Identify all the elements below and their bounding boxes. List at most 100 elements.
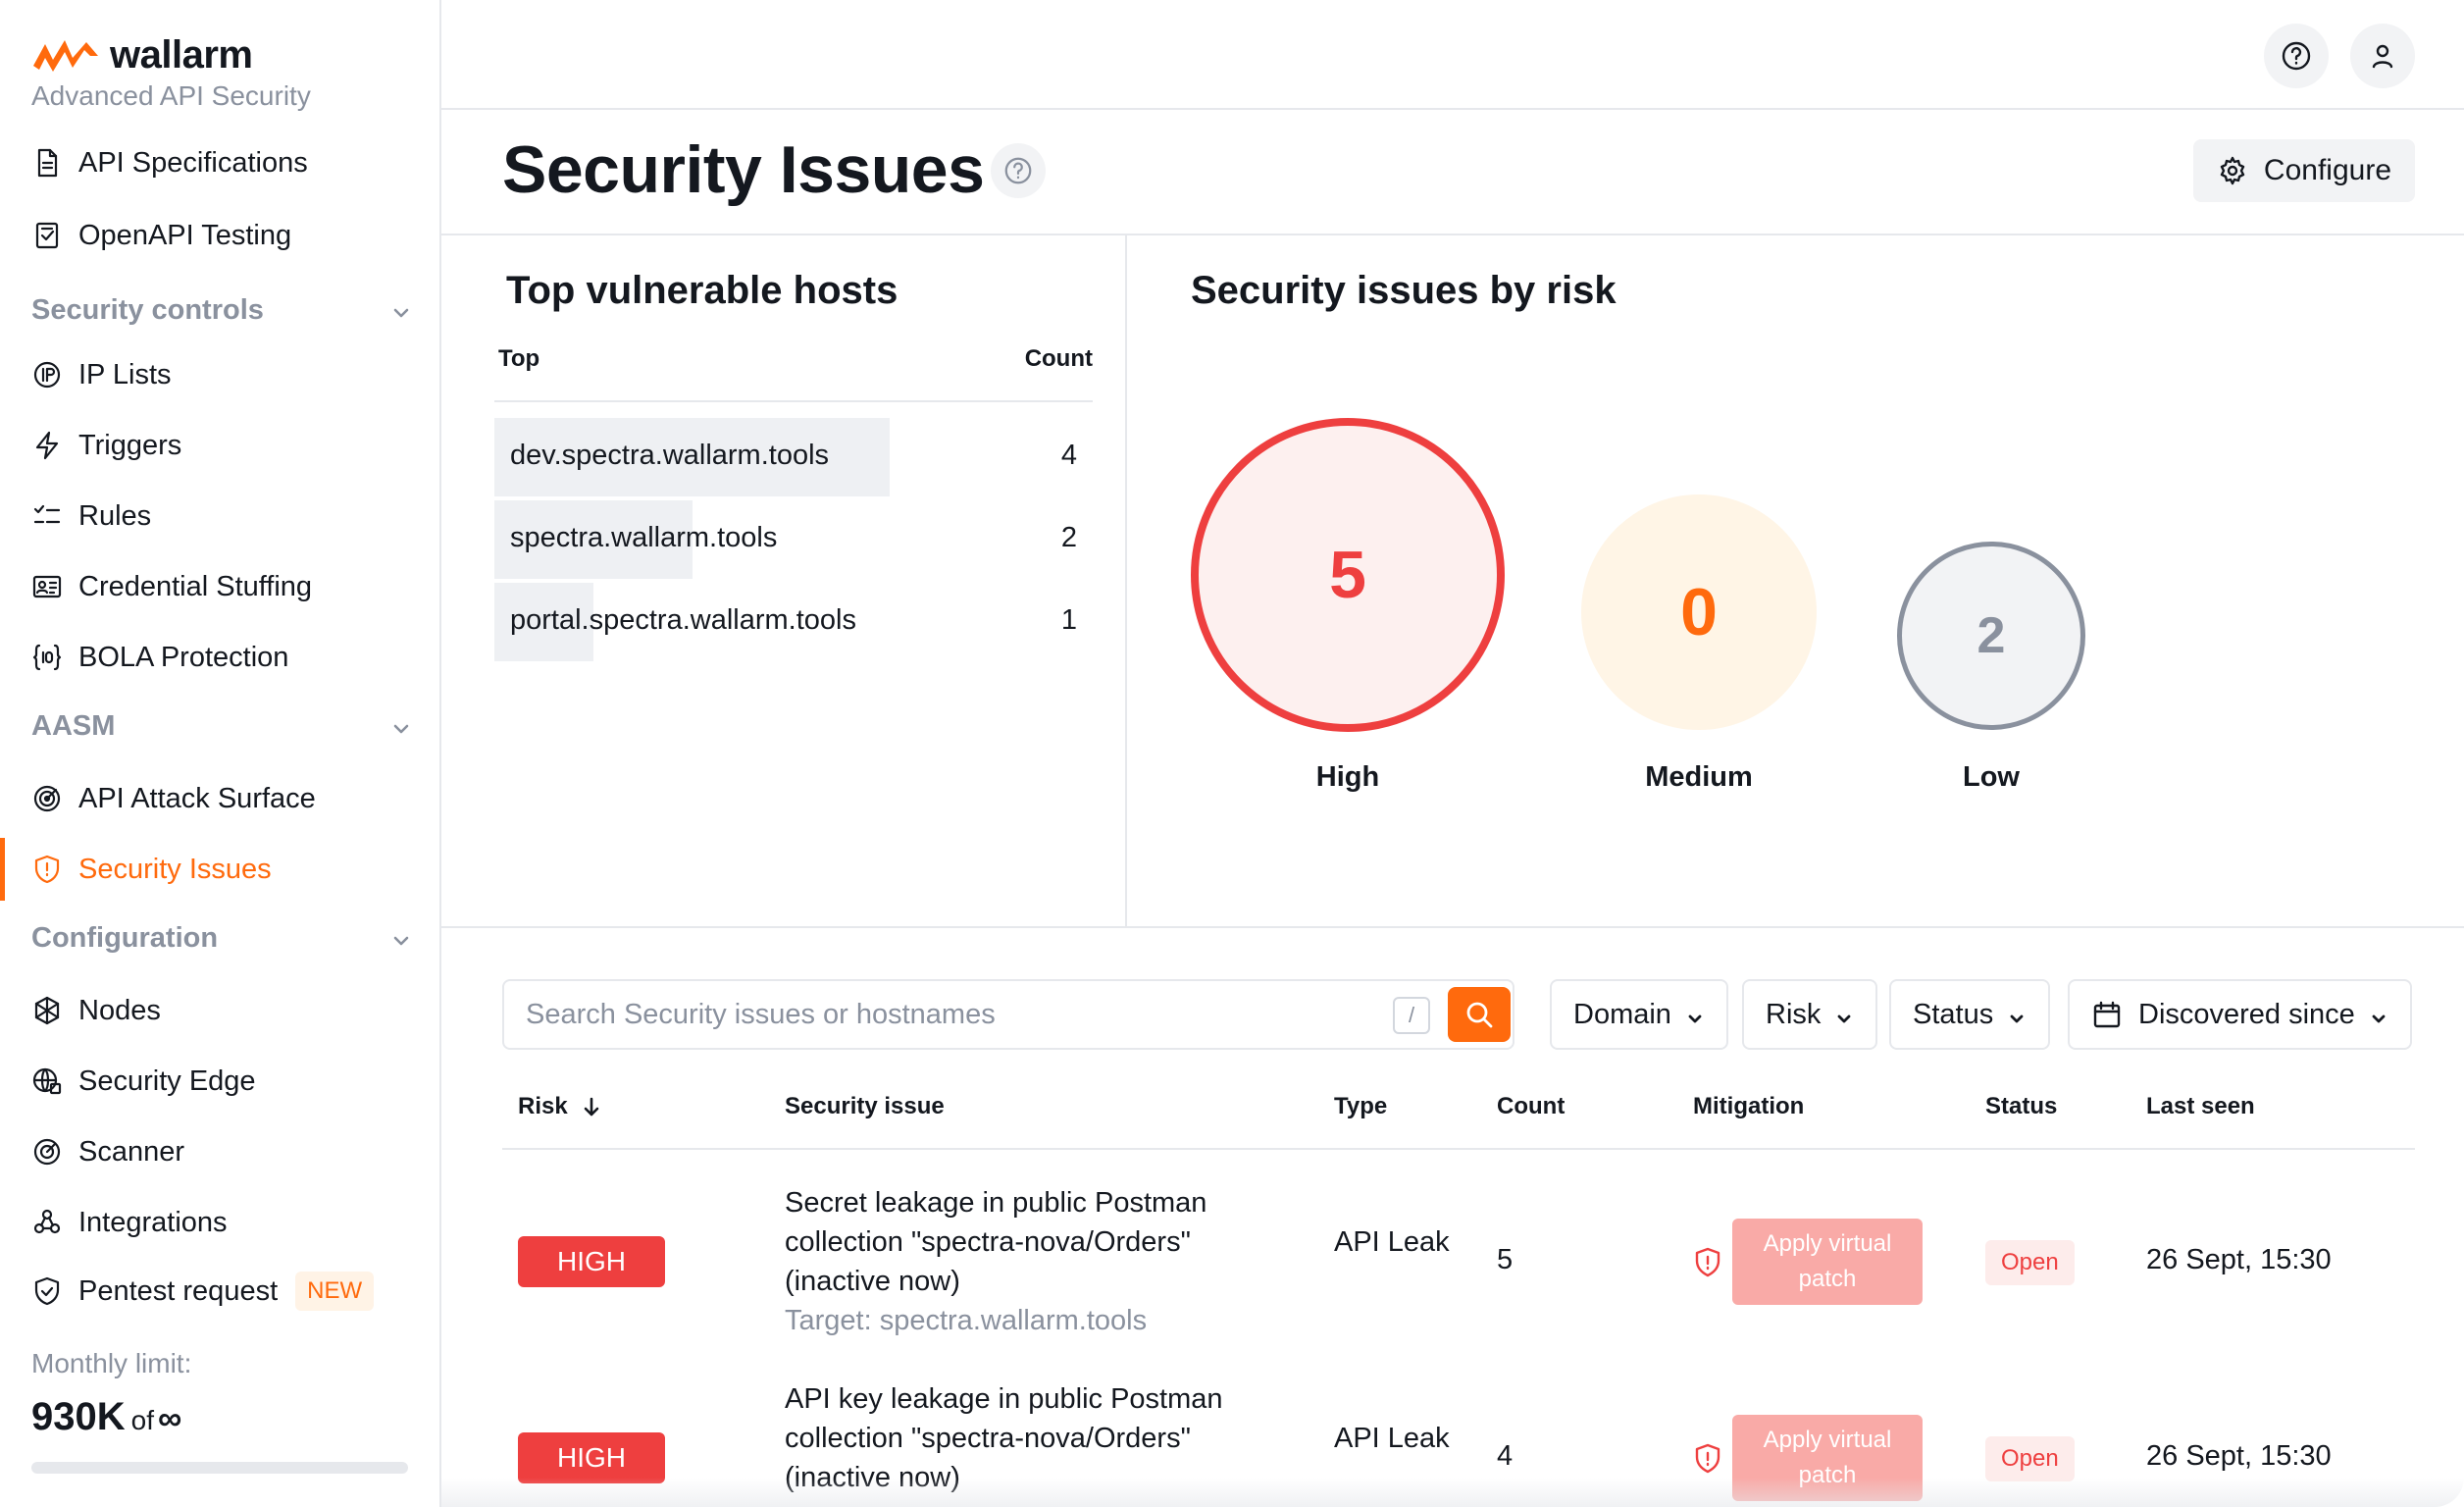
brand-logo[interactable]: wallarm bbox=[31, 33, 253, 78]
scroll-fade bbox=[441, 1478, 2464, 1507]
host-name: portal.spectra.wallarm.tools bbox=[510, 604, 856, 636]
risk-filter[interactable]: Risk bbox=[1742, 979, 1878, 1050]
issue-target: Target: spectra.wallarm.tools bbox=[785, 1305, 1148, 1336]
chevron-down-icon bbox=[390, 927, 412, 949]
host-count: 2 bbox=[1060, 522, 1077, 553]
search-input[interactable] bbox=[526, 995, 1369, 1034]
hosts-col-top: Top bbox=[498, 345, 540, 372]
section-label: Configuration bbox=[31, 921, 219, 954]
status-badge: Open bbox=[1985, 1240, 2075, 1285]
hosts-widget-title: Top vulnerable hosts bbox=[506, 269, 898, 312]
host-count: 4 bbox=[1060, 440, 1077, 471]
risk-low-count: 2 bbox=[1976, 607, 2006, 664]
host-count: 1 bbox=[1060, 604, 1077, 636]
sidebar-item-security-edge[interactable]: Security Edge bbox=[0, 1050, 439, 1113]
rules-icon bbox=[31, 500, 63, 532]
risk-medium-circle[interactable]: 0 bbox=[1581, 494, 1817, 730]
top-bar bbox=[441, 0, 2464, 110]
page-title: Security Issues bbox=[502, 132, 985, 207]
risk-medium-label: Medium bbox=[1645, 761, 1753, 793]
sidebar-item-label: Rules bbox=[78, 499, 152, 532]
hosts-table-header: Top Count bbox=[494, 345, 1093, 373]
sidebar-item-security-issues[interactable]: Security Issues bbox=[0, 838, 439, 901]
chevron-down-icon bbox=[1834, 1005, 1854, 1024]
sidebar-item-triggers[interactable]: Triggers bbox=[0, 414, 439, 477]
search-button[interactable] bbox=[1448, 987, 1511, 1042]
radar-icon bbox=[31, 783, 63, 814]
apply-virtual-patch-button[interactable]: Apply virtual patch bbox=[1732, 1219, 1923, 1305]
type-cell: API Leak bbox=[1334, 1226, 1450, 1258]
risk-high-circle[interactable]: 5 bbox=[1191, 418, 1505, 732]
host-row[interactable]: spectra.wallarm.tools 2 bbox=[494, 500, 1093, 579]
sidebar-item-rules[interactable]: Rules bbox=[0, 485, 439, 547]
brand-name: wallarm bbox=[110, 33, 253, 77]
sidebar-item-label: Security Edge bbox=[78, 1065, 256, 1097]
configure-button[interactable]: Configure bbox=[2192, 139, 2415, 202]
host-row[interactable]: dev.spectra.wallarm.tools 4 bbox=[494, 418, 1093, 496]
search-box: / bbox=[502, 979, 1514, 1050]
sidebar-section-security-controls[interactable]: Security controls bbox=[0, 281, 439, 339]
sort-descending-icon bbox=[584, 1097, 599, 1117]
risk-low-circle[interactable]: 2 bbox=[1897, 542, 2085, 730]
risk-badge: HIGH bbox=[518, 1432, 665, 1483]
page-help-button[interactable] bbox=[991, 143, 1046, 198]
keyboard-shortcut-hint: / bbox=[1393, 997, 1430, 1034]
sidebar-item-api-specifications[interactable]: API Specifications bbox=[0, 131, 439, 194]
sidebar-item-label: API Specifications bbox=[78, 146, 308, 179]
configure-label: Configure bbox=[2263, 154, 2391, 186]
column-header-security-issue[interactable]: Security issue bbox=[785, 1093, 945, 1120]
ip-icon bbox=[31, 359, 63, 390]
host-row[interactable]: portal.spectra.wallarm.tools 1 bbox=[494, 583, 1093, 661]
status-filter[interactable]: Status bbox=[1889, 979, 2051, 1050]
page-header: Security Issues Configure bbox=[441, 110, 2464, 235]
widget-divider bbox=[1125, 235, 1127, 928]
column-header-label: Risk bbox=[518, 1093, 568, 1119]
count-cell: 4 bbox=[1497, 1440, 1514, 1472]
search-icon bbox=[1466, 1002, 1493, 1028]
sidebar-item-label: Triggers bbox=[78, 429, 182, 461]
issue-title: Secret leakage in public Postman collect… bbox=[785, 1187, 1207, 1297]
bola-icon bbox=[31, 642, 63, 673]
help-button[interactable] bbox=[2264, 24, 2329, 88]
sidebar-section-configuration[interactable]: Configuration bbox=[0, 909, 439, 967]
domain-filter[interactable]: Domain bbox=[1550, 979, 1728, 1050]
status-filter-label: Status bbox=[1913, 998, 1994, 1030]
column-header-count[interactable]: Count bbox=[1497, 1093, 1565, 1120]
sidebar-item-label: Security Issues bbox=[78, 853, 272, 885]
overview-widgets: Top vulnerable hosts Top Count dev.spect… bbox=[441, 235, 2464, 928]
column-header-status[interactable]: Status bbox=[1985, 1093, 2057, 1120]
sidebar-item-ip-lists[interactable]: IP Lists bbox=[0, 343, 439, 406]
sidebar-item-label: Credential Stuffing bbox=[78, 570, 313, 602]
table-row[interactable]: HIGH Secret leakage in public Postman co… bbox=[0, 1164, 2464, 1360]
sidebar-item-label: IP Lists bbox=[78, 358, 172, 390]
sidebar-item-bola-protection[interactable]: BOLA Protection bbox=[0, 626, 439, 689]
shield-alert-icon bbox=[1691, 1442, 1724, 1476]
discovered-since-label: Discovered since bbox=[2138, 998, 2355, 1030]
sidebar-item-api-attack-surface[interactable]: API Attack Surface bbox=[0, 767, 439, 830]
sidebar-section-aasm[interactable]: AASM bbox=[0, 697, 439, 755]
host-name: spectra.wallarm.tools bbox=[510, 522, 778, 553]
document-icon bbox=[31, 147, 63, 179]
sidebar-item-openapi-testing[interactable]: OpenAPI Testing bbox=[0, 204, 439, 267]
issue-cell[interactable]: Secret leakage in public Postman collect… bbox=[785, 1183, 1295, 1340]
column-header-type[interactable]: Type bbox=[1334, 1093, 1387, 1120]
chevron-down-icon bbox=[390, 299, 412, 321]
nodes-icon bbox=[31, 995, 63, 1026]
sidebar-item-nodes[interactable]: Nodes bbox=[0, 979, 439, 1042]
discovered-since-filter[interactable]: Discovered since bbox=[2068, 979, 2412, 1050]
status-badge: Open bbox=[1985, 1436, 2075, 1481]
app-window: wallarm Advanced API Security API Specif… bbox=[0, 0, 2464, 1507]
host-name: dev.spectra.wallarm.tools bbox=[510, 440, 830, 471]
risk-widget-title: Security issues by risk bbox=[1191, 269, 1617, 312]
last-seen-cell: 26 Sept, 15:30 bbox=[2146, 1244, 2332, 1275]
user-profile-button[interactable] bbox=[2350, 24, 2415, 88]
column-header-mitigation[interactable]: Mitigation bbox=[1693, 1093, 1804, 1120]
risk-high-count: 5 bbox=[1329, 538, 1366, 612]
divider bbox=[502, 1148, 2415, 1150]
column-header-risk[interactable]: Risk bbox=[518, 1093, 603, 1120]
sidebar-item-credential-stuffing[interactable]: Credential Stuffing bbox=[0, 555, 439, 618]
calendar-icon bbox=[2091, 999, 2123, 1030]
section-label: AASM bbox=[31, 709, 116, 742]
risk-high-label: High bbox=[1315, 761, 1380, 793]
column-header-last-seen[interactable]: Last seen bbox=[2146, 1093, 2255, 1120]
